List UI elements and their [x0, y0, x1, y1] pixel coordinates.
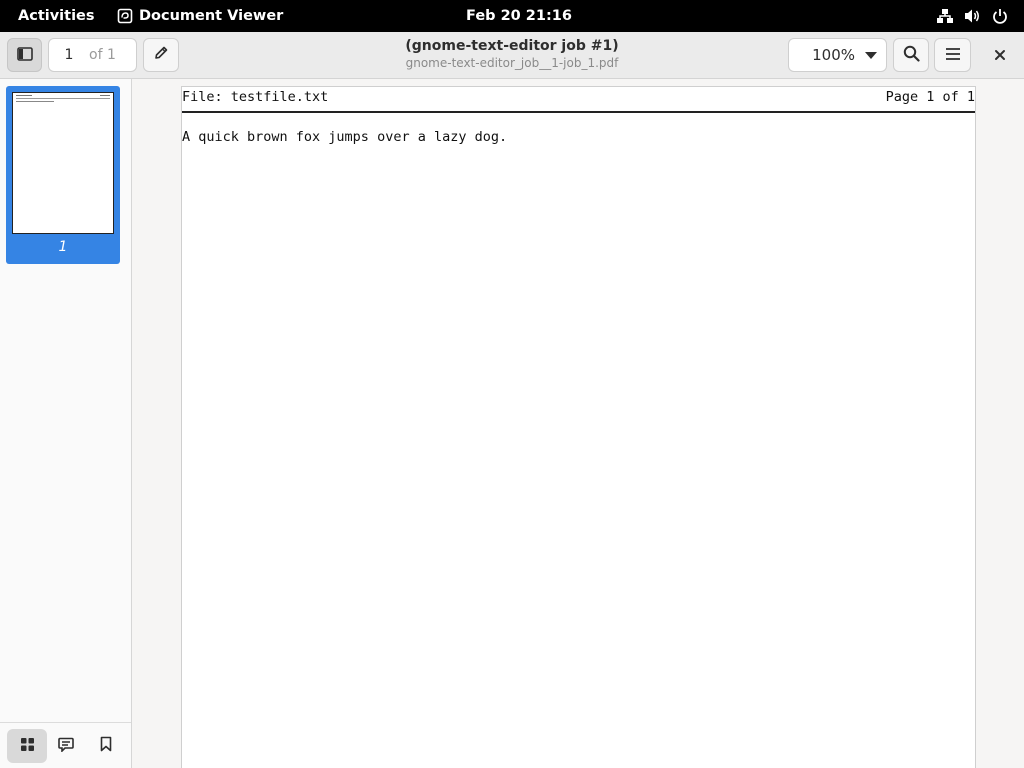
hamburger-menu-icon: [945, 46, 961, 65]
system-tray[interactable]: [936, 0, 1008, 32]
close-button[interactable]: [983, 38, 1017, 72]
app-menu[interactable]: Document Viewer: [117, 0, 283, 32]
clock[interactable]: Feb 20 21:16: [466, 0, 572, 32]
page-count-label: of 1: [89, 47, 116, 63]
top-bar: Activities Document Viewer Feb 20 21:16: [0, 0, 1024, 32]
app-name: Document Viewer: [139, 8, 284, 24]
zoom-value: 100%: [812, 46, 855, 64]
annotations-tab[interactable]: [46, 729, 86, 763]
bookmark-icon: [100, 736, 112, 756]
close-icon: [994, 46, 1006, 65]
thumbnail-label: 1: [58, 239, 68, 255]
search-button[interactable]: [893, 38, 929, 72]
page-number-input[interactable]: 1: [49, 47, 89, 63]
page-thumbnail[interactable]: 1: [6, 86, 120, 264]
thumbnails-grid-icon: [20, 737, 35, 756]
document-title: (gnome-text-editor job #1): [405, 38, 619, 54]
chevron-down-icon: [865, 46, 877, 64]
page-header-page-number: Page 1 of 1: [885, 89, 975, 105]
annotate-button[interactable]: [143, 38, 179, 72]
volume-icon: [964, 8, 982, 24]
document-body-text: A quick brown fox jumps over a lazy dog.: [182, 129, 508, 145]
main-menu-button[interactable]: [934, 38, 971, 72]
search-icon: [903, 45, 920, 66]
header-bar: 1 of 1 (gnome-text-editor job #1) gnome-…: [0, 32, 1024, 79]
document-filename: gnome-text-editor_job__1-job_1.pdf: [405, 56, 619, 70]
page-selector[interactable]: 1 of 1: [48, 38, 137, 72]
document-viewer-app-icon: [117, 8, 133, 24]
pencil-icon: [153, 45, 169, 65]
sidebar-toggle-button[interactable]: [7, 38, 42, 72]
sidebar: 1: [0, 79, 132, 768]
document-view[interactable]: File: testfile.txt Page 1 of 1 A quick b…: [133, 79, 1024, 768]
activities-button[interactable]: Activities: [18, 0, 95, 32]
window-title: (gnome-text-editor job #1) gnome-text-ed…: [262, 38, 762, 70]
header-rule: [182, 111, 975, 113]
sidebar-toggle-icon: [16, 46, 33, 65]
power-icon: [992, 8, 1008, 24]
document-page[interactable]: File: testfile.txt Page 1 of 1 A quick b…: [181, 86, 976, 768]
annotations-icon: [58, 737, 74, 756]
bookmarks-tab[interactable]: [86, 729, 126, 763]
network-icon: [936, 8, 954, 24]
thumbnail-preview: [12, 92, 114, 234]
thumbnails-tab[interactable]: [7, 729, 47, 763]
zoom-selector[interactable]: 100%: [788, 38, 887, 72]
sidebar-view-switcher: [0, 722, 131, 768]
page-header-filename: File: testfile.txt: [182, 89, 329, 105]
